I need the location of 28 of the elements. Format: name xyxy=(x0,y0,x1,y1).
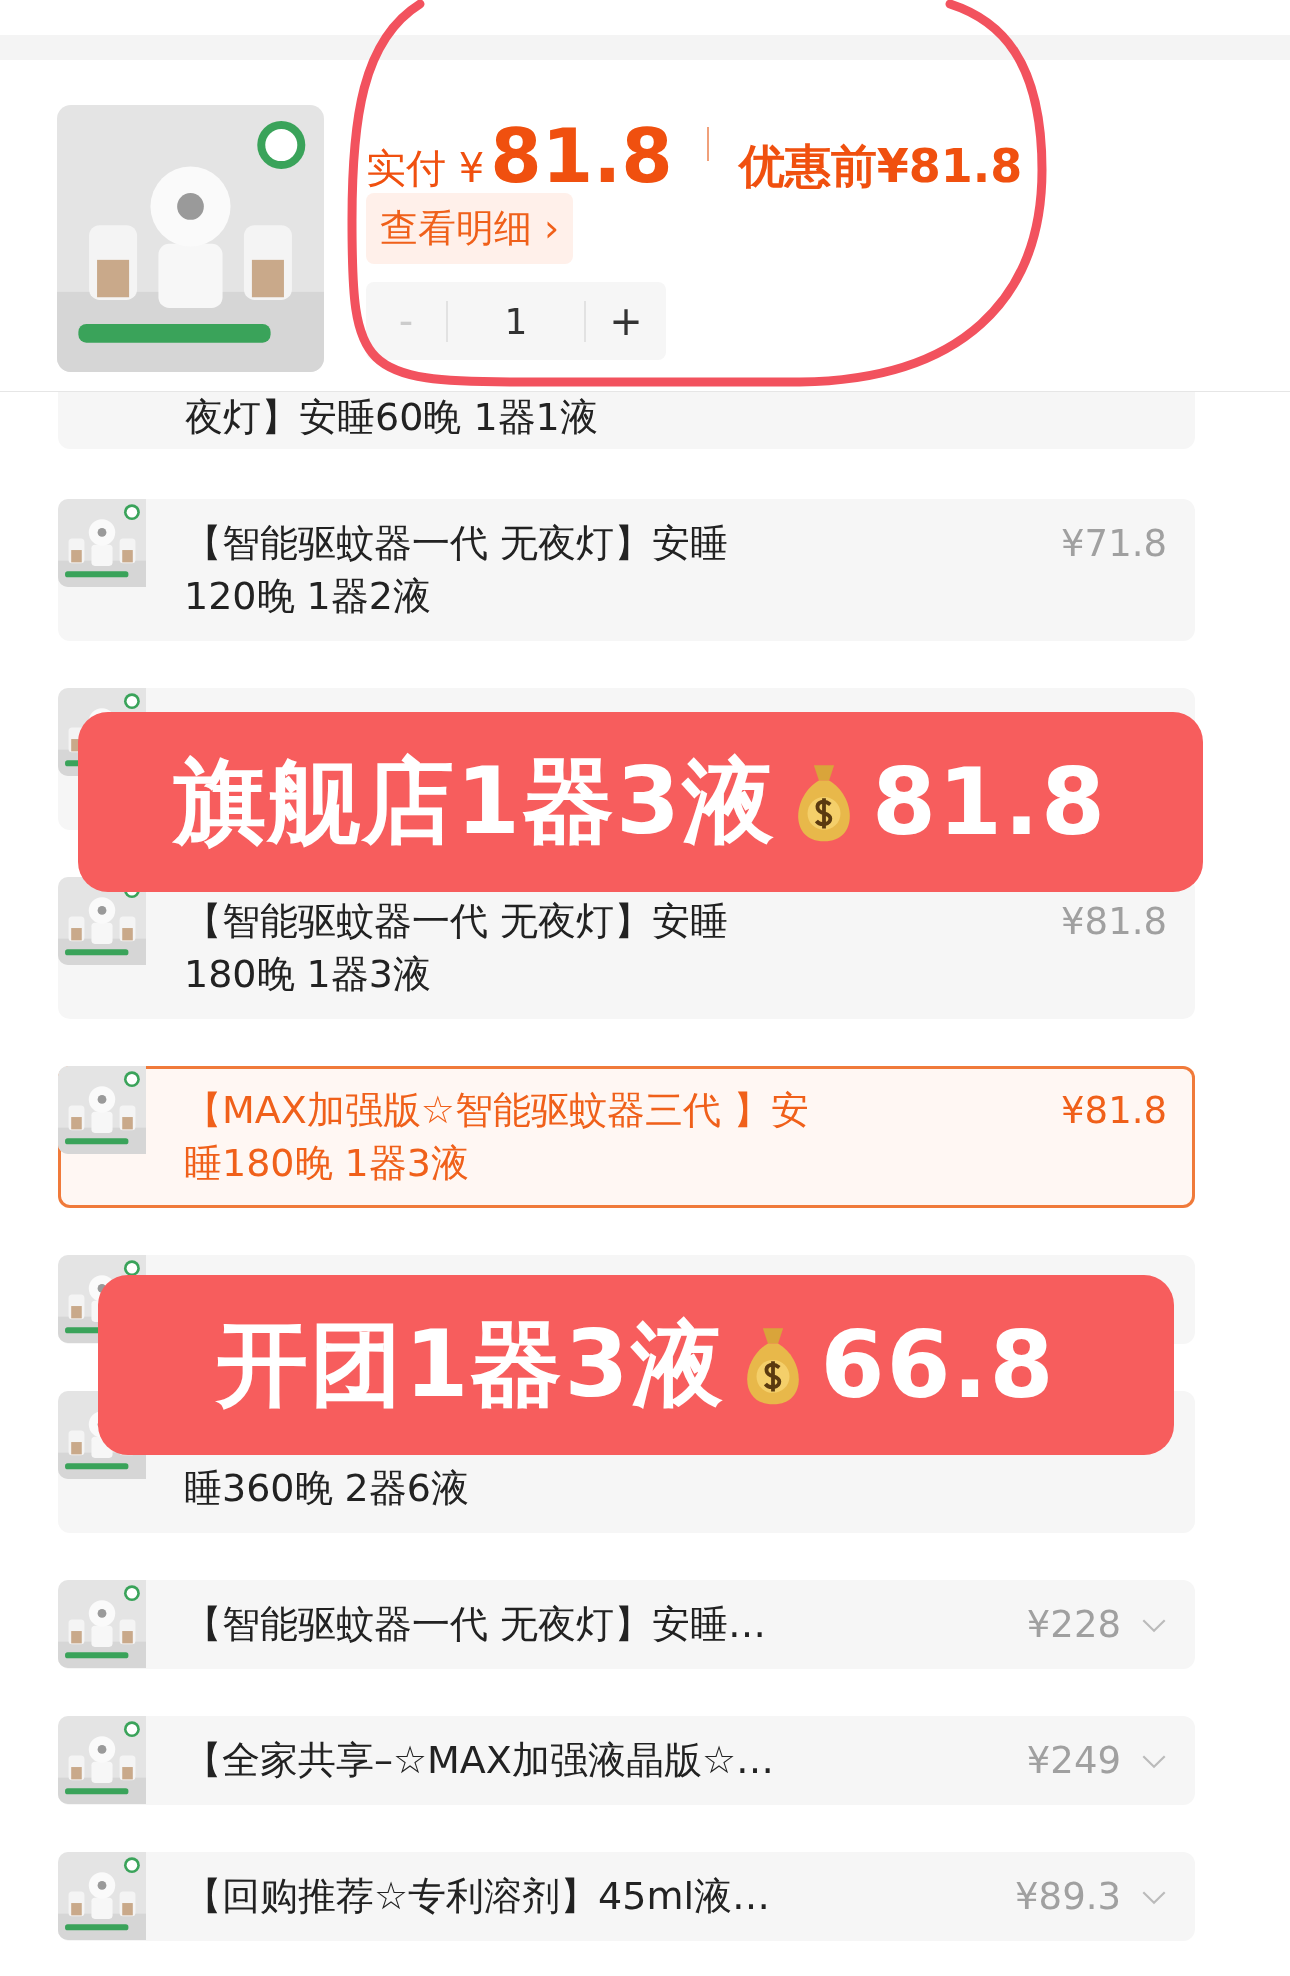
original-price: 优惠前¥81.8 xyxy=(738,138,1023,195)
banner-price: 81.8 xyxy=(872,748,1107,856)
option-card[interactable]: 【智能驱蚊器一代 无夜灯】安睡… ¥228 xyxy=(58,1580,1195,1669)
paid-label: 实付 ¥ xyxy=(366,144,485,193)
banner-text: 旗舰店1器3液 xyxy=(174,747,776,857)
option-card[interactable]: 【全家共享–☆MAX加强液晶版☆… ¥249 xyxy=(58,1716,1195,1805)
option-title: 夜灯】安睡60晚 1器1液 xyxy=(184,394,599,441)
option-price: ¥81.8 xyxy=(1061,1088,1168,1134)
option-title: 【全家共享–☆MAX加强液晶版☆… xyxy=(183,1737,775,1784)
quantity-value: 1 xyxy=(446,300,586,342)
option-price: ¥89.3 xyxy=(1015,1874,1122,1920)
option-card[interactable]: 【回购推荐☆专利溶剂】45ml液… ¥89.3 xyxy=(58,1852,1195,1941)
option-card[interactable]: 夜灯】安睡60晚 1器1液 xyxy=(58,392,1195,449)
chevron-down-icon xyxy=(1141,1754,1167,1769)
option-title: 睡360晚 2器6液 xyxy=(183,1465,470,1512)
option-price: ¥81.8 xyxy=(1061,899,1168,945)
chevron-down-icon xyxy=(1141,1618,1167,1633)
option-title: 【MAX加强版☆智能驱蚊器三代 】安 睡180晚 1器3液 xyxy=(183,1087,810,1187)
option-price: ¥71.8 xyxy=(1061,521,1168,567)
option-title: 【智能驱蚊器一代 无夜灯】安睡 180晚 1器3液 xyxy=(183,898,730,998)
option-title: 【智能驱蚊器一代 无夜灯】安睡… xyxy=(183,1601,768,1648)
option-card[interactable]: 【智能驱蚊器一代 无夜灯】安睡 120晚 1器2液 ¥71.8 xyxy=(58,499,1195,641)
option-price: ¥249 xyxy=(1026,1738,1122,1784)
option-price: ¥228 xyxy=(1026,1602,1122,1648)
plus-button[interactable]: + xyxy=(586,282,666,360)
chevron-down-icon xyxy=(1141,1890,1167,1905)
option-title: 【回购推荐☆专利溶剂】45ml液… xyxy=(183,1873,771,1920)
option-title: 【智能驱蚊器一代 无夜灯】安睡 120晚 1器2液 xyxy=(183,520,730,620)
